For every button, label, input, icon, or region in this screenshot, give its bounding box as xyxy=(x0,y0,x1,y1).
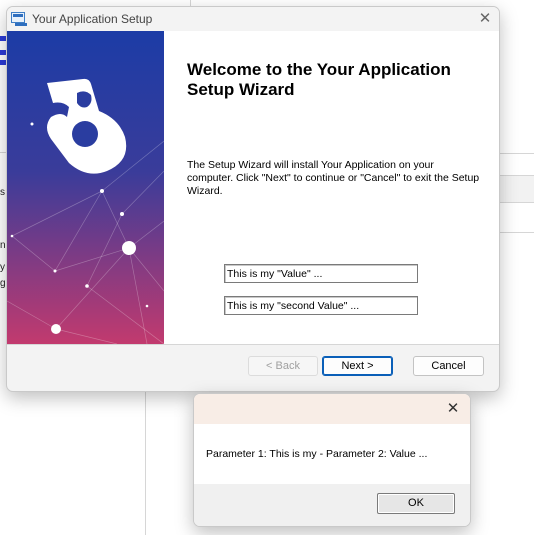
background-text: s xyxy=(0,187,5,198)
background-divider xyxy=(499,153,534,154)
background-text: g xyxy=(0,278,6,289)
wizard-content: Welcome to the Your Application Setup Wi… xyxy=(164,31,499,344)
message-box-title-bar[interactable]: ✕ xyxy=(194,394,470,424)
window-title: Your Application Setup xyxy=(32,12,153,26)
title-bar[interactable]: Your Application Setup ✕ xyxy=(7,7,499,31)
wizard-heading: Welcome to the Your Application Setup Wi… xyxy=(187,60,451,99)
installer-app-icon xyxy=(11,12,27,26)
background-panel xyxy=(499,175,534,203)
back-button[interactable]: < Back xyxy=(248,356,318,376)
wizard-description: The Setup Wizard will install Your Appli… xyxy=(187,159,480,197)
value-input[interactable] xyxy=(224,264,418,283)
message-close-button[interactable]: ✕ xyxy=(444,400,462,418)
close-button[interactable]: ✕ xyxy=(476,10,494,28)
background-text: n xyxy=(0,240,6,251)
background-divider xyxy=(499,232,534,233)
banner-graphic xyxy=(7,31,164,344)
cancel-button[interactable]: Cancel xyxy=(413,356,484,376)
background-text: y xyxy=(0,262,5,273)
message-text: Parameter 1: This is my - Parameter 2: V… xyxy=(206,448,428,460)
wizard-banner xyxy=(7,31,164,344)
ok-button[interactable]: OK xyxy=(377,493,455,514)
message-box-footer: OK xyxy=(194,484,470,526)
footer-separator xyxy=(7,344,499,345)
message-box: ✕ Parameter 1: This is my - Parameter 2:… xyxy=(193,393,471,527)
next-button[interactable]: Next > xyxy=(322,356,393,376)
second-value-input[interactable] xyxy=(224,296,418,315)
background-divider xyxy=(145,390,146,535)
setup-wizard-window: Your Application Setup ✕ Welcome to the … xyxy=(6,6,500,392)
